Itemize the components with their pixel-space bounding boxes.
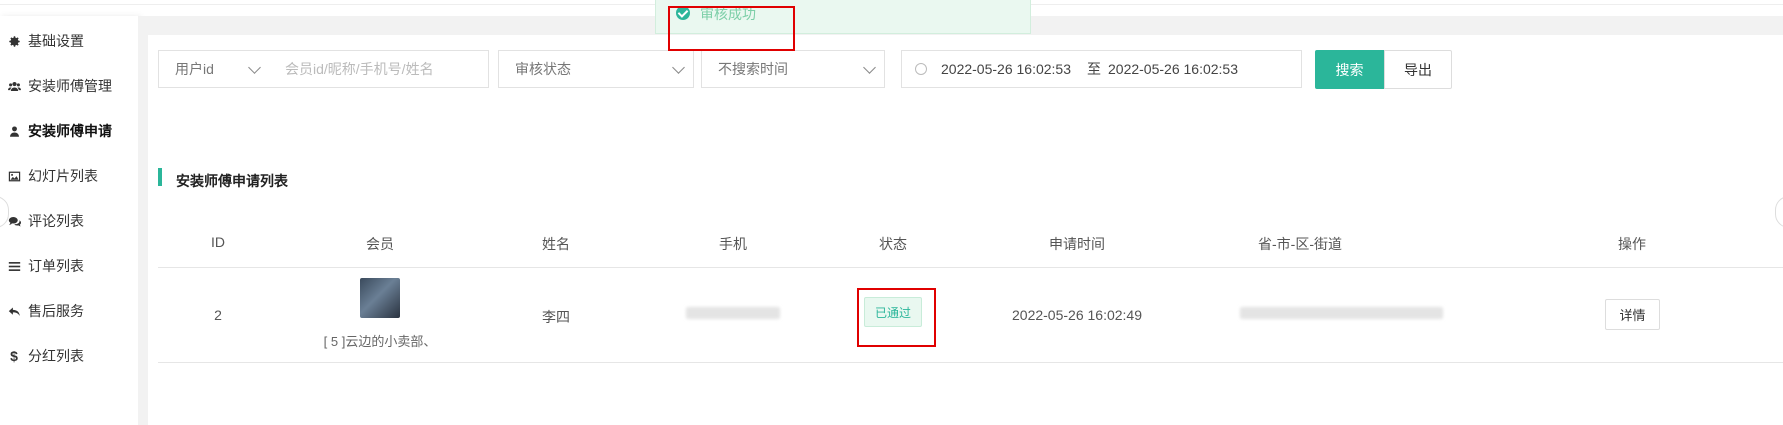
cell-apply-time: 2022-05-26 16:02:49 (1012, 307, 1142, 323)
time-select-value: 不搜索时间 (718, 61, 788, 77)
sidebar-item-label: 幻灯片列表 (28, 168, 98, 184)
export-button[interactable]: 导出 (1384, 50, 1452, 89)
cell-real-name: 李四 (542, 309, 570, 325)
sidebar-item-after-sales[interactable]: 售后服务 (0, 289, 138, 333)
sidebar-item-slides[interactable]: 幻灯片列表 (0, 154, 138, 198)
list-title: 安装师傅申请列表 (158, 168, 288, 189)
status-select[interactable]: 审核状态 (498, 50, 694, 88)
sidebar-item-installer-apply[interactable]: 安装师傅申请 (0, 109, 138, 153)
sidebar-item-label: 评论列表 (28, 213, 84, 229)
cell-address-redacted (1240, 307, 1443, 319)
search-button[interactable]: 搜索 (1315, 50, 1384, 89)
col-header-id: ID (211, 234, 225, 250)
field-select-value: 用户id (175, 61, 214, 77)
search-input-placeholder: 会员id/昵称/手机号/姓名 (285, 61, 434, 77)
avatar (360, 278, 400, 318)
date-end: 2022-05-26 16:02:53 (1108, 61, 1238, 77)
header-divider (158, 267, 1783, 268)
field-select[interactable]: 用户id (158, 50, 270, 88)
col-header-apply-time: 申请时间 (1049, 236, 1105, 252)
gear-icon (7, 34, 21, 48)
detail-button[interactable]: 详情 (1605, 299, 1660, 330)
image-icon (7, 169, 21, 183)
sidebar-item-orders[interactable]: 订单列表 (0, 244, 138, 288)
chevron-down-icon (248, 61, 261, 74)
col-header-phone: 手机 (719, 236, 747, 252)
sidebar: 基础设置 安装师傅管理 安装师傅申请 幻灯片列表 评论列表 订单列表 售后服务 … (0, 16, 139, 425)
reply-icon (7, 304, 21, 318)
cell-phone-redacted (686, 307, 780, 319)
date-separator: 至 (1087, 61, 1101, 77)
status-select-value: 审核状态 (515, 61, 571, 77)
sidebar-item-dividends[interactable]: $ 分红列表 (0, 334, 138, 378)
row-divider (158, 362, 1783, 363)
comments-icon (7, 214, 21, 228)
col-header-name: 姓名 (542, 236, 570, 252)
date-start: 2022-05-26 16:02:53 (941, 61, 1071, 77)
highlight-box-status (857, 288, 936, 347)
sidebar-item-label: 售后服务 (28, 303, 84, 319)
sidebar-item-installer-manage[interactable]: 安装师傅管理 (0, 64, 138, 108)
col-header-status: 状态 (879, 236, 907, 252)
dollar-icon: $ (10, 348, 18, 364)
user-icon (7, 124, 21, 138)
sidebar-item-label: 安装师傅管理 (28, 78, 112, 94)
date-range-input[interactable]: 2022-05-26 16:02:53 至 2022-05-26 16:02:5… (901, 50, 1302, 88)
sidebar-item-label: 分红列表 (28, 348, 84, 364)
users-icon (7, 79, 21, 93)
highlight-box-toast (668, 6, 795, 51)
time-select[interactable]: 不搜索时间 (701, 50, 885, 88)
col-header-address: 省-市-区-街道 (1258, 236, 1342, 252)
sidebar-item-settings[interactable]: 基础设置 (0, 19, 138, 63)
search-input[interactable]: 会员id/昵称/手机号/姓名 (269, 50, 489, 88)
list-icon (7, 259, 21, 273)
col-header-member: 会员 (366, 236, 394, 252)
cell-id: 2 (214, 307, 222, 323)
col-header-action: 操作 (1618, 236, 1646, 252)
clock-icon (915, 63, 927, 75)
chevron-down-icon (672, 61, 685, 74)
sidebar-item-label: 订单列表 (28, 258, 84, 274)
sidebar-item-comments[interactable]: 评论列表 (0, 199, 138, 243)
sidebar-item-label: 安装师傅申请 (28, 123, 112, 139)
sidebar-item-label: 基础设置 (28, 33, 84, 49)
chevron-down-icon (863, 61, 876, 74)
cell-member-name: [ 5 ]云边的小卖部、 (323, 334, 437, 349)
